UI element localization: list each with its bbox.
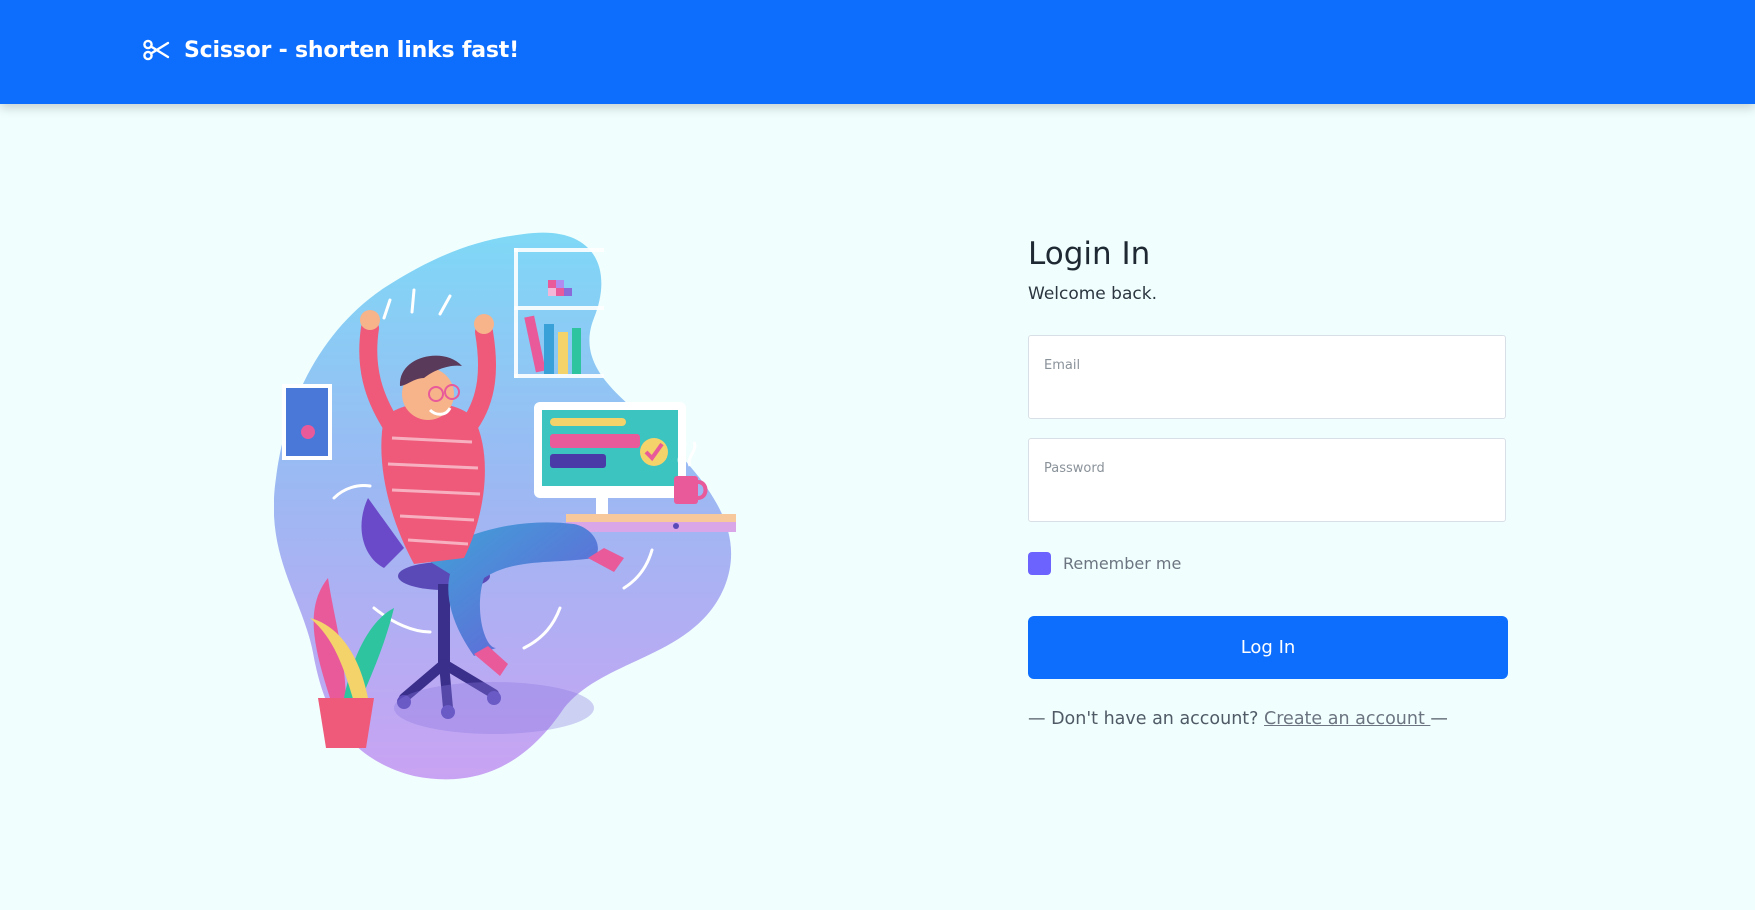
email-label: Email xyxy=(1044,358,1081,373)
signup-prefix: — Don't have an account? xyxy=(1028,709,1265,729)
brand-text: Scissor - shorten links fast! xyxy=(184,37,519,63)
top-navbar: Scissor - shorten links fast! xyxy=(0,0,1755,104)
create-account-link[interactable]: Create an account xyxy=(1264,709,1430,729)
login-subtitle: Welcome back. xyxy=(1028,284,1157,304)
celebrating-person-illustration xyxy=(274,232,736,780)
scissors-icon xyxy=(143,39,170,61)
brand-link[interactable]: Scissor - shorten links fast! xyxy=(142,36,519,64)
login-form: Login In Welcome back. Email Password Re… xyxy=(1028,232,1508,729)
signup-suffix: — xyxy=(1430,709,1448,729)
login-title: Login In xyxy=(1028,236,1151,272)
password-input[interactable] xyxy=(1043,483,1495,513)
password-field[interactable]: Password xyxy=(1028,438,1506,522)
login-button[interactable]: Log In xyxy=(1028,616,1508,679)
remember-me-option[interactable]: Remember me xyxy=(1028,552,1508,575)
signup-prompt: — Don't have an account? Create an accou… xyxy=(1028,709,1508,729)
remember-me-checkbox[interactable] xyxy=(1028,552,1051,575)
email-input[interactable] xyxy=(1043,380,1495,410)
email-field[interactable]: Email xyxy=(1028,335,1506,419)
password-label: Password xyxy=(1044,461,1105,476)
remember-me-label: Remember me xyxy=(1063,554,1182,573)
